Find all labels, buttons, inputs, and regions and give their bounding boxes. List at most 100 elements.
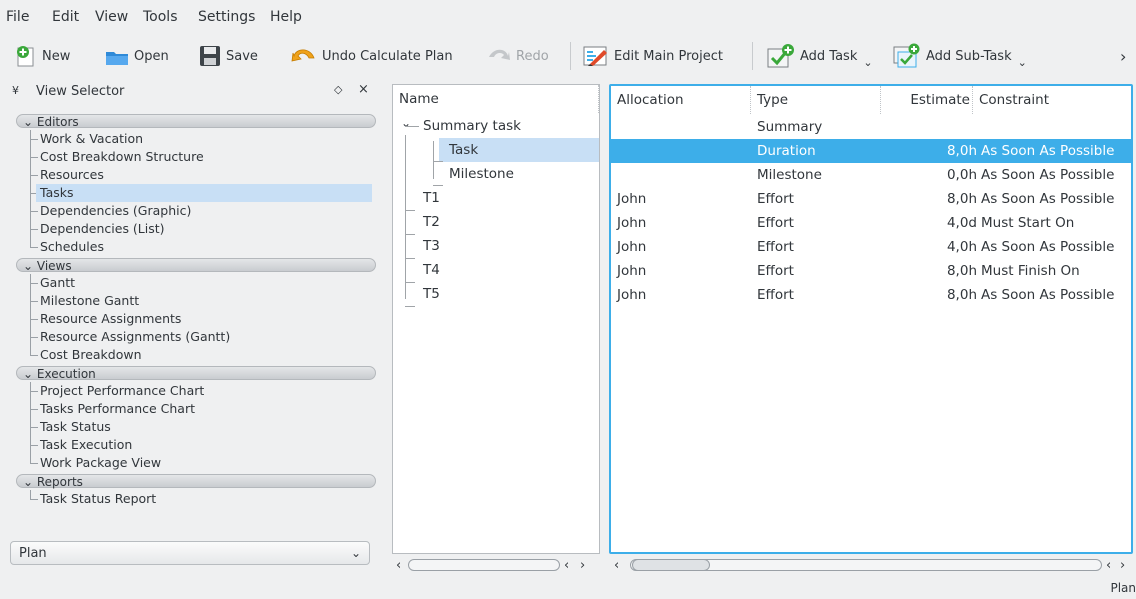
cell-constraint: Must Start On [981, 215, 1075, 231]
view-item-task-status-report[interactable]: Task Status Report [40, 490, 156, 508]
tree-branch-line [30, 175, 38, 176]
scroll-right-icon[interactable]: › [580, 558, 585, 573]
tree-row[interactable]: T3 [393, 234, 599, 258]
cell-estimate [881, 115, 977, 139]
table-row[interactable]: John Effort 8,0h As Soon As Possible [611, 187, 1131, 211]
chevron-down-icon[interactable]: ⌄ [863, 56, 872, 69]
view-item-work-package-view[interactable]: Work Package View [40, 454, 161, 472]
close-icon[interactable]: × [358, 82, 369, 97]
cell-allocation: John [617, 191, 647, 207]
undo-arrow-icon [290, 44, 318, 68]
plan-select[interactable]: Plan ⌄ [10, 541, 370, 565]
table-row[interactable]: Milestone 0,0h As Soon As Possible [611, 163, 1131, 187]
menu-edit[interactable]: Edit [52, 9, 79, 25]
category-execution[interactable]: ⌄ Execution [16, 366, 376, 381]
tree-row[interactable]: T5 [393, 282, 599, 306]
tree-row[interactable]: Milestone [393, 162, 599, 186]
task-tree-panel: Name Summary task ⌄ Task Milestone T1 T2 T3 T4 T… [392, 84, 600, 554]
view-item-tasks-performance-chart[interactable]: Tasks Performance Chart [40, 400, 195, 418]
scroll-left-icon[interactable]: ‹ [614, 558, 619, 573]
scroll-right-icon[interactable]: › [1120, 558, 1125, 573]
tree-branch-line [433, 185, 443, 186]
chevron-down-icon: ⌄ [23, 475, 37, 489]
float-dock-icon[interactable]: ◇ [334, 83, 342, 96]
toolbar-separator [752, 42, 753, 70]
add-task-button[interactable]: Add Task ⌄ [766, 40, 873, 72]
cell-allocation: John [617, 215, 647, 231]
toolbar-overflow-button[interactable]: › [1120, 40, 1126, 72]
cell-allocation: John [617, 239, 647, 255]
scrollbar-thumb[interactable] [632, 559, 710, 571]
chevron-down-icon[interactable]: ⌄ [1018, 56, 1027, 69]
view-item-gantt[interactable]: Gantt [40, 274, 75, 292]
tree-row[interactable]: T2 [393, 210, 599, 234]
view-item-milestone-gantt[interactable]: Milestone Gantt [40, 292, 139, 310]
cell-type: Effort [757, 215, 794, 231]
redo-arrow-icon [486, 44, 512, 68]
tree-row-label: T2 [423, 214, 440, 230]
table-row[interactable]: John Effort 8,0h As Soon As Possible [611, 283, 1131, 307]
table-row[interactable]: John Effort 4,0h As Soon As Possible [611, 235, 1131, 259]
toolbar: New Open Save Undo Calculate Plan Redo E… [0, 36, 1136, 78]
status-bar-label: Plan [1110, 581, 1136, 595]
menu-file[interactable]: File [6, 9, 29, 25]
view-item-project-performance-chart[interactable]: Project Performance Chart [40, 382, 204, 400]
menu-help[interactable]: Help [270, 9, 302, 25]
view-item-work-vacation[interactable]: Work & Vacation [40, 130, 143, 148]
edit-main-project-button[interactable]: Edit Main Project [582, 40, 723, 72]
new-label: New [42, 48, 71, 64]
save-label: Save [226, 48, 258, 64]
view-item-task-execution[interactable]: Task Execution [40, 436, 132, 454]
collapse-dock-icon[interactable]: ¥ [12, 84, 19, 97]
table-row[interactable]: John Effort 4,0d Must Start On [611, 211, 1131, 235]
column-header-allocation[interactable]: Allocation [611, 86, 751, 114]
scroll-left-icon[interactable]: ‹ [396, 558, 401, 573]
tree-row[interactable]: T4 [393, 258, 599, 282]
menu-view[interactable]: View [95, 9, 128, 25]
scroll-left-icon[interactable]: ‹ [564, 558, 569, 573]
save-button[interactable]: Save [198, 40, 258, 72]
table-row[interactable]: John Effort 8,0h Must Finish On [611, 259, 1131, 283]
category-editors[interactable]: ⌄ Editors [16, 114, 376, 129]
column-header-name[interactable]: Name [393, 85, 599, 113]
tree-branch-line [30, 490, 31, 499]
expand-chevron-icon[interactable]: ⌄ [401, 111, 411, 135]
view-item-resources[interactable]: Resources [40, 166, 104, 184]
tree-row[interactable]: Summary task ⌄ [393, 114, 599, 138]
column-header-estimate[interactable]: Estimate [881, 86, 973, 114]
tree-row[interactable]: T1 [393, 186, 599, 210]
category-views[interactable]: ⌄ Views [16, 258, 376, 273]
category-reports[interactable]: ⌄ Reports [16, 474, 376, 489]
redo-button[interactable]: Redo [486, 40, 549, 72]
tree-horizontal-scrollbar[interactable]: ‹ ‹ › [392, 556, 600, 574]
table-horizontal-scrollbar[interactable]: ‹ ‹ › [610, 556, 1134, 574]
tree-branch-line [30, 499, 38, 500]
table-row[interactable]: Duration 8,0h As Soon As Possible [611, 139, 1131, 163]
view-item-dependencies-list[interactable]: Dependencies (List) [40, 220, 165, 238]
menu-tools[interactable]: Tools [143, 9, 178, 25]
tree-branch-line [30, 157, 38, 158]
tree-branch-line [30, 229, 38, 230]
view-item-dependencies-graphic[interactable]: Dependencies (Graphic) [40, 202, 191, 220]
column-header-type[interactable]: Type [751, 86, 881, 114]
scroll-left-icon[interactable]: ‹ [1106, 558, 1111, 573]
table-row[interactable]: Summary [611, 115, 1131, 139]
tree-row[interactable]: Task [393, 138, 599, 162]
tree-branch-line [30, 130, 31, 247]
column-header-constraint[interactable]: Constraint [973, 86, 1131, 114]
tree-branch-line [30, 445, 38, 446]
view-item-resource-assignments-gantt[interactable]: Resource Assignments (Gantt) [40, 328, 230, 346]
undo-button[interactable]: Undo Calculate Plan [290, 40, 453, 72]
view-item-schedules[interactable]: Schedules [40, 238, 104, 256]
add-subtask-button[interactable]: Add Sub-Task ⌄ [892, 40, 1027, 72]
open-button[interactable]: Open [104, 40, 169, 72]
view-item-task-status[interactable]: Task Status [40, 418, 111, 436]
view-item-resource-assignments[interactable]: Resource Assignments [40, 310, 181, 328]
new-button[interactable]: New [14, 40, 70, 72]
view-item-cost-breakdown-structure[interactable]: Cost Breakdown Structure [40, 148, 204, 166]
view-item-tasks[interactable]: Tasks [36, 184, 372, 202]
view-item-cost-breakdown[interactable]: Cost Breakdown [40, 346, 142, 364]
scrollbar-thumb[interactable] [408, 559, 560, 571]
tree-row-label: Summary task [423, 118, 521, 134]
menu-settings[interactable]: Settings [198, 9, 255, 25]
